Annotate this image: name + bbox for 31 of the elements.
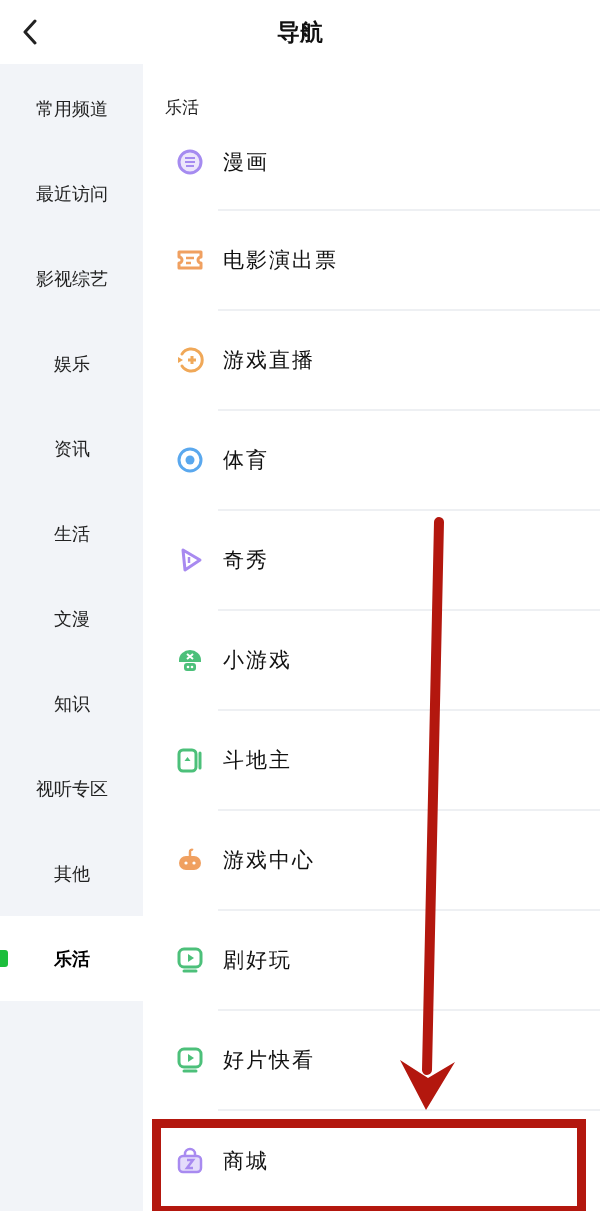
card-icon xyxy=(176,746,204,774)
nav-item[interactable]: 剧好玩 xyxy=(143,911,600,1011)
nav-item[interactable]: 斗地主 xyxy=(143,711,600,811)
circle-play-icon xyxy=(176,346,204,374)
sidebar-tab[interactable]: 常用频道 xyxy=(0,66,143,151)
sidebar-tab[interactable]: 文漫 xyxy=(0,576,143,661)
sidebar-tab[interactable]: 知识 xyxy=(0,661,143,746)
nav-item[interactable]: 游戏中心 xyxy=(143,811,600,911)
nav-item[interactable]: 体育 xyxy=(143,411,600,511)
page-title: 导航 xyxy=(277,17,323,47)
shopping-bag-icon xyxy=(176,1147,204,1175)
tv-play-icon xyxy=(176,946,204,974)
sidebar-tab[interactable]: 其他 xyxy=(0,831,143,916)
sidebar-tab[interactable]: 生活 xyxy=(0,491,143,576)
sidebar-tab[interactable]: 乐活 xyxy=(0,916,143,1001)
nav-item[interactable]: 小游戏 xyxy=(143,611,600,711)
sidebar-tab[interactable]: 视听专区 xyxy=(0,746,143,831)
nav-item[interactable]: 游戏直播 xyxy=(143,311,600,411)
section-title: 乐活 xyxy=(164,96,200,119)
sidebar-tab[interactable]: 娱乐 xyxy=(0,321,143,406)
nav-item[interactable]: 电影演出票 xyxy=(143,211,600,311)
back-button[interactable] xyxy=(22,19,38,45)
sidebar-tab[interactable]: 影视综艺 xyxy=(0,236,143,321)
nav-item[interactable]: 漫画 xyxy=(143,130,600,211)
nav-item[interactable]: 商城 xyxy=(143,1111,600,1211)
sidebar-tab[interactable]: 资讯 xyxy=(0,406,143,491)
comic-badge-icon xyxy=(176,147,204,176)
nav-item[interactable]: 奇秀 xyxy=(143,511,600,611)
sidebar-tab[interactable]: 最近访问 xyxy=(0,151,143,236)
tv-play-icon xyxy=(176,1046,204,1074)
ball-icon xyxy=(176,446,204,474)
